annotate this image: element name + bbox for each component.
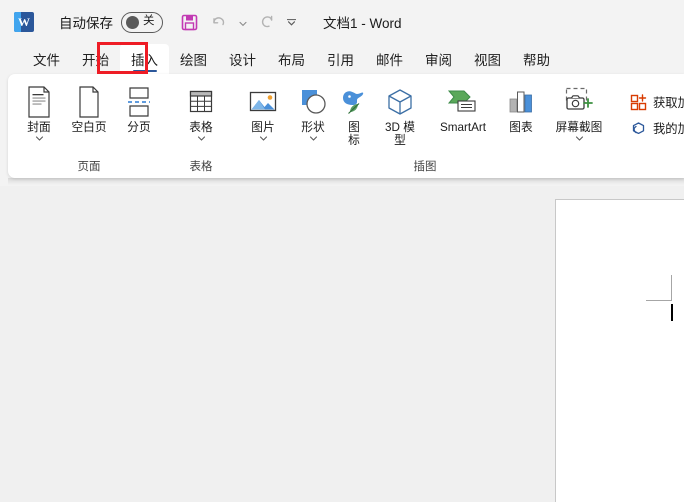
picture-label: 图片 xyxy=(251,121,275,134)
autosave-toggle[interactable]: 关 xyxy=(121,11,163,33)
document-title: 文档1 - Word xyxy=(323,16,402,31)
quick-access-toolbar xyxy=(175,8,299,36)
chevron-down-icon xyxy=(286,19,296,26)
3d-model-label: 3D 模 型 xyxy=(385,121,415,147)
title-bar: W 自动保存 关 文档1 - Word xyxy=(0,0,684,44)
chevron-down-icon xyxy=(309,136,317,141)
smartart-label: SmartArt xyxy=(439,121,487,134)
tab-mailings[interactable]: 邮件 xyxy=(365,44,414,74)
cover-page-dropdown[interactable] xyxy=(35,134,44,142)
page-break-icon xyxy=(125,85,153,119)
ribbon-group-pages: 封面 空白页 分页 页面 xyxy=(8,78,170,178)
picture-dropdown[interactable] xyxy=(259,134,268,142)
tab-view[interactable]: 视图 xyxy=(463,44,512,74)
screenshot-button[interactable]: 屏幕截图 xyxy=(546,81,612,142)
3d-model-button[interactable]: 3D 模 型 xyxy=(370,81,430,147)
text-cursor xyxy=(671,304,673,321)
chevron-down-icon xyxy=(197,136,205,141)
tab-insert[interactable]: 插入 xyxy=(120,44,169,74)
icons-button[interactable]: 图 标 xyxy=(338,81,370,147)
chart-label: 图表 xyxy=(509,121,533,134)
my-addins-button[interactable]: 我的加载项 xyxy=(626,115,684,141)
save-button[interactable] xyxy=(175,8,203,36)
table-icon xyxy=(186,85,216,119)
tab-references[interactable]: 引用 xyxy=(316,44,365,74)
blank-page-label: 空白页 xyxy=(71,121,107,134)
redo-button[interactable] xyxy=(253,8,281,36)
chevron-down-icon xyxy=(259,136,267,141)
my-addins-icon xyxy=(632,121,645,134)
undo-dropdown-button[interactable] xyxy=(235,8,251,36)
document-workspace[interactable] xyxy=(0,186,684,502)
get-addins-label: 获取加载项 xyxy=(653,96,684,110)
ribbon-shadow xyxy=(8,178,684,185)
cover-page-button[interactable]: 封面 xyxy=(14,81,64,142)
customize-qat-button[interactable] xyxy=(283,8,299,36)
my-addins-label: 我的加载项 xyxy=(653,122,684,136)
table-button[interactable]: 表格 xyxy=(176,81,226,142)
icons-icon xyxy=(338,85,370,119)
shapes-label: 形状 xyxy=(301,121,325,134)
group-label-pages: 页面 xyxy=(77,161,101,173)
chevron-down-icon xyxy=(239,21,247,27)
smartart-icon xyxy=(445,85,481,119)
blank-page-button[interactable]: 空白页 xyxy=(64,81,114,134)
shapes-dropdown[interactable] xyxy=(309,134,318,142)
autosave-label: 自动保存 xyxy=(59,16,113,31)
group-label-illustrations: 插图 xyxy=(413,161,437,173)
document-page[interactable] xyxy=(555,199,684,502)
cover-page-icon xyxy=(26,85,52,119)
3d-model-icon xyxy=(385,85,415,119)
blank-page-icon xyxy=(76,85,102,119)
tab-draw[interactable]: 绘图 xyxy=(169,44,218,74)
table-dropdown[interactable] xyxy=(197,134,206,142)
undo-icon xyxy=(213,17,225,26)
chart-icon xyxy=(506,85,536,119)
shapes-button[interactable]: 形状 xyxy=(288,81,338,142)
ribbon-group-table: 表格 表格 xyxy=(170,78,232,178)
tab-home[interactable]: 开始 xyxy=(71,44,120,74)
page-break-label: 分页 xyxy=(127,121,151,134)
save-icon xyxy=(181,14,197,30)
undo-button[interactable] xyxy=(205,8,233,36)
chart-button[interactable]: 图表 xyxy=(496,81,546,134)
shapes-icon xyxy=(297,85,329,119)
cover-page-label: 封面 xyxy=(27,121,51,134)
margin-corner-marker xyxy=(646,275,672,301)
redo-icon xyxy=(261,15,273,28)
screenshot-label: 屏幕截图 xyxy=(555,121,603,134)
ribbon: 封面 空白页 分页 页面 表格 表格 图片 形状 图 标 3D 模 型 Smar… xyxy=(8,74,684,178)
picture-button[interactable]: 图片 xyxy=(238,81,288,142)
word-window: W 自动保存 关 文档1 - Word 文件 开始 插入 绘图 设计 布局 引用… xyxy=(0,0,684,502)
get-addins-button[interactable]: 获取加载项 xyxy=(626,89,684,115)
tab-file[interactable]: 文件 xyxy=(22,44,71,74)
word-logo-icon: W xyxy=(14,12,34,32)
group-label-table: 表格 xyxy=(189,161,213,173)
ribbon-tab-strip: 文件 开始 插入 绘图 设计 布局 引用 邮件 审阅 视图 帮助 xyxy=(0,44,684,74)
table-label: 表格 xyxy=(189,121,213,134)
ribbon-group-illustrations: 图片 形状 图 标 3D 模 型 SmartArt 图表 屏幕截图 插图 xyxy=(232,78,618,178)
autosave-state-label: 关 xyxy=(143,15,155,28)
tab-help[interactable]: 帮助 xyxy=(512,44,561,74)
get-addins-icon xyxy=(630,93,647,110)
screenshot-icon xyxy=(560,85,598,119)
smartart-button[interactable]: SmartArt xyxy=(430,81,496,134)
screenshot-dropdown[interactable] xyxy=(575,134,584,142)
chevron-down-icon xyxy=(575,136,583,141)
picture-icon xyxy=(247,85,279,119)
page-break-button[interactable]: 分页 xyxy=(114,81,164,134)
ribbon-group-addins: 获取加载项 我的加载项 xyxy=(618,78,684,178)
icons-label: 图 标 xyxy=(348,121,360,147)
tab-review[interactable]: 审阅 xyxy=(414,44,463,74)
group-label-addins: 加载项 xyxy=(626,158,684,178)
chevron-down-icon xyxy=(35,136,43,141)
tab-layout[interactable]: 布局 xyxy=(267,44,316,74)
tab-design[interactable]: 设计 xyxy=(218,44,267,74)
autosave-toggle-knob xyxy=(126,15,139,29)
